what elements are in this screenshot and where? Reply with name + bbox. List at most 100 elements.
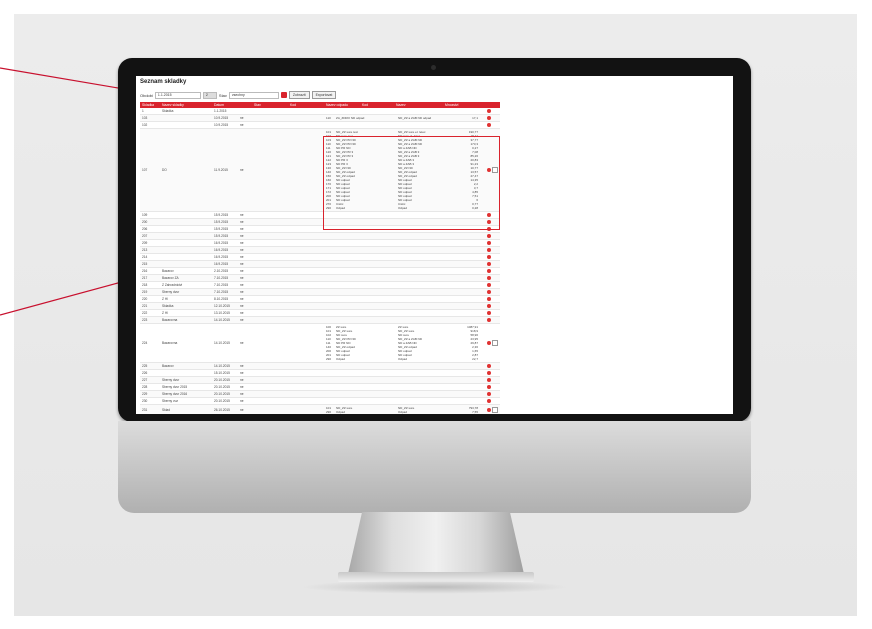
table-cell: 207	[142, 234, 148, 238]
table-cell: Sberny dvur	[162, 290, 180, 294]
item-list: 100 ZZ sure ZZ sure 1087,91 101 ND_ZZ sure ND_…	[140, 325, 500, 361]
delete-icon[interactable]	[487, 109, 491, 113]
delete-icon[interactable]	[487, 248, 491, 252]
delete-icon[interactable]	[487, 385, 491, 389]
obdobi-input[interactable]: 1.1.2015	[154, 91, 201, 99]
table-cell: 1	[142, 109, 144, 113]
camera-icon	[431, 65, 436, 70]
monitor-bezel: Seznam skladky Obdobi 1.1.2015 2 Stav vs…	[118, 58, 751, 422]
delete-icon[interactable]	[487, 311, 491, 315]
search-button[interactable]: Zobrazit	[288, 91, 310, 99]
table-cell: 16.9.2015	[214, 255, 229, 259]
table-cell: 220	[142, 297, 148, 301]
table-cell: 230	[142, 399, 148, 403]
table-row[interactable]: 231 Sklad 26.10.2015 ne 101 ND_ZZ sure ND_ZZ s…	[140, 405, 500, 414]
table-cell: ne	[240, 241, 244, 245]
table-row[interactable]: 229 Sberny dvur 2016 20.10.2015 ne	[140, 391, 500, 398]
table-cell: ne	[240, 399, 244, 403]
table-cell: Sberny dvur 2015	[162, 385, 188, 389]
table-row[interactable]: 224 Bazarovna 14.10.2015 ne 100 ZZ sure ZZ sur…	[140, 324, 500, 363]
table-cell: 221	[142, 304, 148, 308]
table-row[interactable]: 228 Sberny dvur 2015 20.10.2015 ne	[140, 384, 500, 391]
delete-icon[interactable]	[487, 341, 491, 345]
delete-icon[interactable]	[487, 297, 491, 301]
table-row[interactable]: 227 Sberny dvur 20.10.2015 ne	[140, 377, 500, 384]
table-row[interactable]: 217 Bazarov ZA 7.10.2015 ne	[140, 275, 500, 282]
delete-icon[interactable]	[487, 371, 491, 375]
table-row[interactable]: 219 Sberny dvur 7.10.2015 ne	[140, 289, 500, 296]
edit-icon[interactable]	[492, 340, 498, 346]
table-row[interactable]: 214 16.9.2015 ne	[140, 254, 500, 261]
delete-icon[interactable]	[487, 318, 491, 322]
table-row[interactable]: 230 Sberny vuz 20.10.2015 ne	[140, 398, 500, 405]
table-cell: 228	[142, 385, 148, 389]
table-cell: ne	[240, 262, 244, 266]
edit-icon[interactable]	[492, 407, 498, 413]
table-row[interactable]: 216 Bazarov 2.10.2015 ne	[140, 268, 500, 275]
table-cell: Skladka	[162, 109, 174, 113]
delete-icon[interactable]	[487, 364, 491, 368]
table-cell: ne	[240, 234, 244, 238]
table-cell: ne	[240, 220, 244, 224]
table-cell: ne	[240, 227, 244, 231]
item-row: 110 ZA_ZDRO ND odpad ND_ZZ a ZAB ND odpad 1…	[140, 116, 500, 120]
table-cell: Skladka	[162, 304, 174, 308]
item-name: Odpad	[336, 357, 346, 361]
delete-icon[interactable]	[487, 255, 491, 259]
table-row[interactable]: 102 10.9.2015 ne	[140, 122, 500, 129]
dropdown-button[interactable]	[280, 92, 287, 98]
delete-icon[interactable]	[487, 241, 491, 245]
table-row[interactable]: 103 10.9.2015 ne 110 ZA_ZDRO ND odpad ND_ZZ a…	[140, 115, 500, 122]
table-row[interactable]: 209 16.9.2015 ne	[140, 240, 500, 247]
delete-icon[interactable]	[487, 378, 491, 382]
table-row[interactable]: 213 16.9.2015 ne	[140, 247, 500, 254]
table-cell: ne	[240, 123, 244, 127]
table-row[interactable]: 226 15.10.2015 ne	[140, 370, 500, 377]
table-row[interactable]: 207 15.9.2015 ne	[140, 233, 500, 240]
table-cell: 102	[142, 123, 148, 127]
delete-icon[interactable]	[487, 399, 491, 403]
table-cell: 16.9.2015	[214, 248, 229, 252]
table-cell: 218	[142, 283, 148, 287]
item-cat: Odpad	[398, 410, 408, 414]
table-cell: 7.10.2015	[214, 276, 229, 280]
export-button[interactable]: Exportovat	[311, 91, 337, 99]
table-row[interactable]: 221 Skladka 12.10.2015 ne	[140, 303, 500, 310]
delete-icon[interactable]	[487, 408, 491, 412]
table-row[interactable]: 220 Z Hl 8.10.2015 ne	[140, 296, 500, 303]
table-row[interactable]: 223 Bazarovna 14.10.2015 ne	[140, 317, 500, 324]
table-cell: ne	[240, 276, 244, 280]
delete-icon[interactable]	[487, 283, 491, 287]
table-cell: ne	[240, 392, 244, 396]
table-cell: Sberny dvur 2016	[162, 392, 188, 396]
count-field[interactable]: 2	[202, 91, 217, 99]
table-row[interactable]: 222 Z Hl 13.10.2015 ne	[140, 310, 500, 317]
table-cell: 219	[142, 290, 148, 294]
table-cell: ne	[240, 364, 244, 368]
page-title: Seznam skladky	[140, 79, 187, 85]
item-code: 290	[326, 410, 332, 414]
typ-label: Stav	[218, 92, 227, 98]
delete-icon[interactable]	[487, 290, 491, 294]
delete-icon[interactable]	[487, 234, 491, 238]
table-cell: 15.9.2015	[214, 213, 229, 217]
table-row[interactable]: 1 Skladka 1.1.2015	[140, 108, 500, 115]
item-name: ZA_ZDRO ND odpad	[336, 116, 365, 120]
table-row[interactable]: 215 16.9.2015 ne	[140, 261, 500, 268]
table-cell: ne	[240, 378, 244, 382]
table-row[interactable]: 218 Z Zahradnictvi 7.10.2015 ne	[140, 282, 500, 289]
table-cell: 10.9.2015	[214, 123, 229, 127]
delete-icon[interactable]	[487, 269, 491, 273]
delete-icon[interactable]	[487, 262, 491, 266]
delete-icon[interactable]	[487, 304, 491, 308]
delete-icon[interactable]	[487, 116, 491, 120]
table-cell: Z Zahradnictvi	[162, 283, 183, 287]
delete-icon[interactable]	[487, 392, 491, 396]
table-cell: 12.10.2015	[214, 304, 230, 308]
delete-icon[interactable]	[487, 123, 491, 127]
typ-select[interactable]: vsechny	[228, 91, 279, 99]
table-row[interactable]: 225 Bazarov 14.10.2015 ne	[140, 363, 500, 370]
table-cell: 229	[142, 392, 148, 396]
table-cell: ne	[240, 304, 244, 308]
delete-icon[interactable]	[487, 276, 491, 280]
